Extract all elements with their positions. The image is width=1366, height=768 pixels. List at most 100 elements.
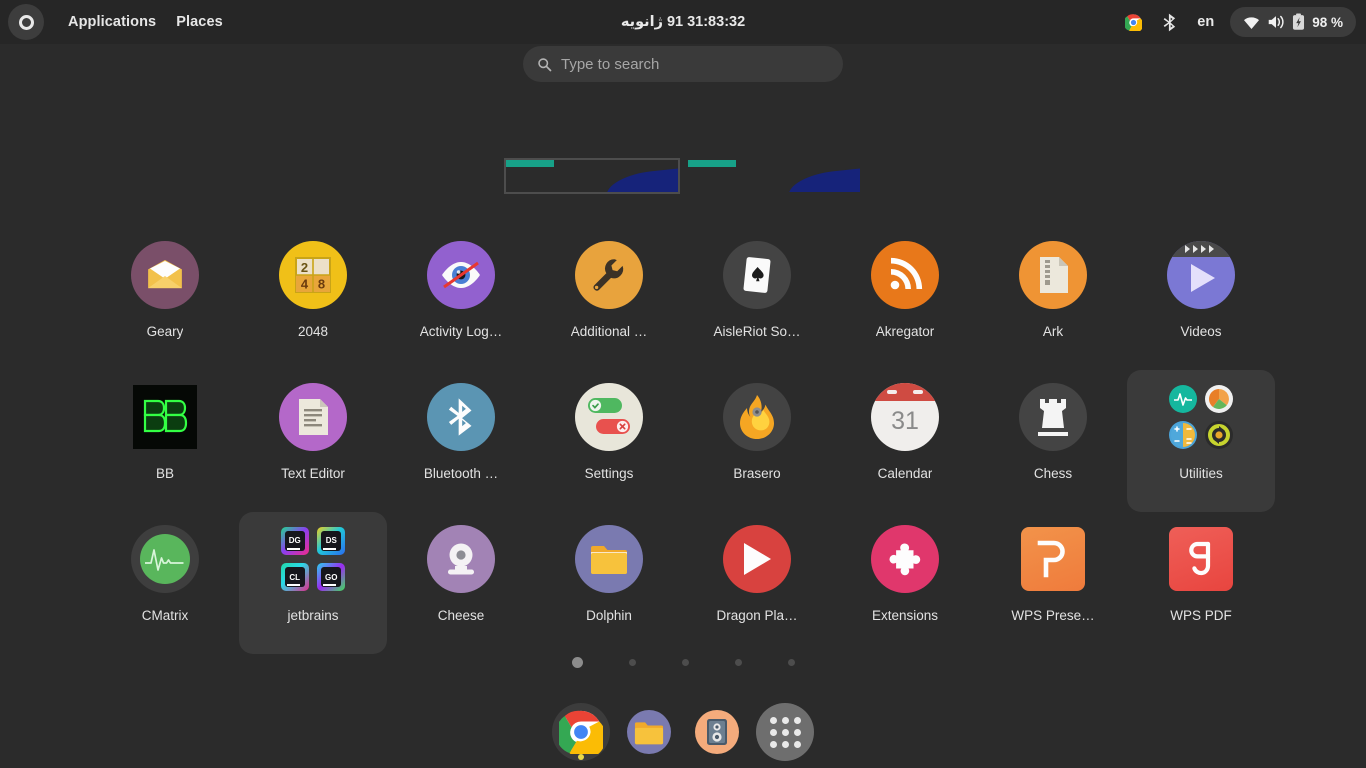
aisleriot-icon xyxy=(723,241,791,309)
app-label: WPS PDF xyxy=(1170,608,1232,623)
applications-menu[interactable]: Applications xyxy=(58,10,166,34)
clion-icon: CL xyxy=(280,563,309,592)
activities-button[interactable] xyxy=(8,4,44,40)
app-label: Dolphin xyxy=(586,608,632,623)
chrome-icon xyxy=(1125,13,1143,31)
rhythmbox-icon xyxy=(695,710,739,754)
settings-icon xyxy=(575,383,643,451)
app-cmatrix[interactable]: CMatrix xyxy=(91,512,239,654)
dataspell-icon: DS xyxy=(317,526,346,555)
dash-files[interactable] xyxy=(620,703,678,761)
search-icon xyxy=(538,57,552,71)
app-label: Additional … xyxy=(570,324,648,339)
folder-utilities[interactable]: Utilities xyxy=(1127,370,1275,512)
app-dragon-player[interactable]: Dragon Pla… xyxy=(683,512,831,654)
calculator-icon xyxy=(1168,421,1197,450)
search-input[interactable]: Type to search xyxy=(523,46,843,82)
videos-icon xyxy=(1167,241,1235,309)
dash-rhythmbox[interactable] xyxy=(688,703,746,761)
app-brasero[interactable]: Brasero xyxy=(683,370,831,512)
bluetooth-app-icon xyxy=(427,383,495,451)
app-extensions[interactable]: Extensions xyxy=(831,512,979,654)
app-bluetooth-settings[interactable]: Bluetooth … xyxy=(387,370,535,512)
app-wps-pdf[interactable]: WPS PDF xyxy=(1127,512,1275,654)
page-dot-2[interactable] xyxy=(628,659,636,666)
volume-icon xyxy=(1268,15,1284,29)
app-grid: Geary 2 4 8 2048 Activity Log… Additiona… xyxy=(0,228,1366,654)
akregator-icon xyxy=(871,241,939,309)
app-label: Geary xyxy=(146,324,184,339)
workspace-thumbnails xyxy=(0,158,1366,194)
app-videos[interactable]: Videos xyxy=(1127,228,1275,370)
app-akregator[interactable]: Akregator xyxy=(831,228,979,370)
app-grid-row: Geary 2 4 8 2048 Activity Log… Additiona… xyxy=(0,228,1366,370)
chrome-icon xyxy=(559,710,603,754)
disk-usage-icon xyxy=(1205,384,1234,413)
app-label: AisleRiot So… xyxy=(713,324,801,339)
app-text-editor[interactable]: Text Editor xyxy=(239,370,387,512)
clock[interactable]: 23:38:13 19 ژانویه xyxy=(611,10,755,34)
folder-preview-grid xyxy=(1167,383,1235,451)
brasero-icon xyxy=(723,383,791,451)
2048-icon: 2 4 8 xyxy=(279,241,347,309)
app-additional-drivers[interactable]: Additional … xyxy=(535,228,683,370)
chess-icon xyxy=(1019,383,1087,451)
app-cheese[interactable]: Cheese xyxy=(387,512,535,654)
system-monitor-icon xyxy=(1168,384,1197,413)
app-label: Settings xyxy=(584,466,634,481)
wps-presentation-icon xyxy=(1021,527,1085,591)
dash-show-apps[interactable] xyxy=(756,703,814,761)
wps-pdf-icon xyxy=(1169,527,1233,591)
app-settings[interactable]: Settings xyxy=(535,370,683,512)
places-menu[interactable]: Places xyxy=(166,10,233,34)
mini-label: DG xyxy=(288,536,301,546)
page-dot-5[interactable] xyxy=(787,659,795,666)
wifi-icon xyxy=(1244,16,1260,29)
system-status-menu[interactable]: 98 % xyxy=(1230,7,1356,37)
additional-drivers-icon xyxy=(575,241,643,309)
app-aisleriot-solitaire[interactable]: AisleRiot So… xyxy=(683,228,831,370)
app-wps-presentation[interactable]: WPS Prese… xyxy=(979,512,1127,654)
app-bb[interactable]: BB xyxy=(91,370,239,512)
cmatrix-icon xyxy=(131,525,199,593)
app-chess[interactable]: Chess xyxy=(979,370,1127,512)
app-label: 2048 xyxy=(297,324,329,339)
app-label: BB xyxy=(155,466,174,481)
app-2048[interactable]: 2 4 8 2048 xyxy=(239,228,387,370)
app-label: Akregator xyxy=(875,324,935,339)
app-label: Dragon Pla… xyxy=(716,608,798,623)
bluetooth-icon xyxy=(1163,13,1176,31)
files-icon xyxy=(627,710,671,754)
calendar-icon: 31 xyxy=(871,383,939,451)
bluetooth-indicator[interactable] xyxy=(1152,0,1187,44)
running-indicator xyxy=(578,754,584,760)
app-label: Bluetooth … xyxy=(423,466,499,481)
dolphin-icon xyxy=(575,525,643,593)
svg-text:8: 8 xyxy=(318,277,325,292)
search-area: Type to search xyxy=(0,46,1366,82)
page-dot-4[interactable] xyxy=(734,659,742,666)
dash xyxy=(0,703,1366,761)
workspace-thumbnail-1[interactable] xyxy=(504,158,680,194)
cheese-icon xyxy=(427,525,495,593)
mini-label: GO xyxy=(325,572,338,582)
app-label: Chess xyxy=(1033,466,1073,481)
dash-chrome[interactable] xyxy=(552,703,610,761)
text-editor-icon xyxy=(279,383,347,451)
battery-percent-label: 98 % xyxy=(1312,14,1343,30)
app-ark[interactable]: Ark xyxy=(979,228,1127,370)
app-label: CMatrix xyxy=(141,608,189,623)
app-calendar[interactable]: 31 Calendar xyxy=(831,370,979,512)
app-geary[interactable]: Geary xyxy=(91,228,239,370)
app-activity-log[interactable]: Activity Log… xyxy=(387,228,535,370)
folder-jetbrains[interactable]: DG DS CL GO jetbrains xyxy=(239,512,387,654)
keyboard-layout-indicator[interactable]: en xyxy=(1187,0,1224,44)
workspace-thumbnail-2[interactable] xyxy=(688,160,860,192)
page-dot-1[interactable] xyxy=(571,657,583,668)
app-label: Extensions xyxy=(871,608,939,623)
chrome-indicator[interactable] xyxy=(1115,0,1152,44)
app-dolphin[interactable]: Dolphin xyxy=(535,512,683,654)
app-grid-row: BB Text Editor Bluetooth … Settings Bras… xyxy=(0,370,1366,512)
page-dot-3[interactable] xyxy=(681,659,689,666)
app-label: Videos xyxy=(1180,324,1222,339)
